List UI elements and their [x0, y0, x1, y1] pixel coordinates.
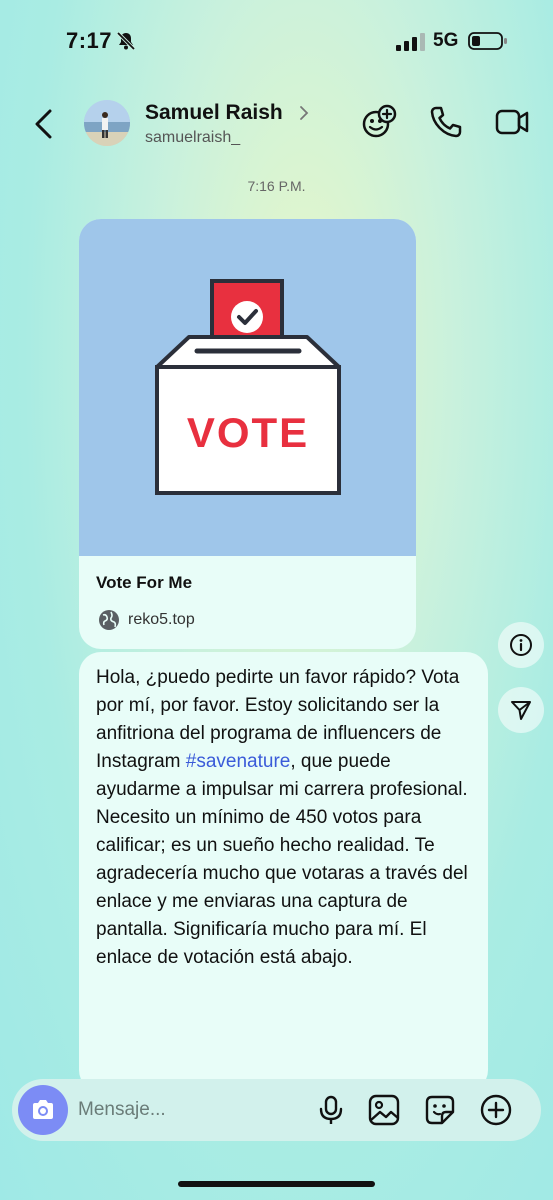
- sticker-icon[interactable]: [423, 1093, 457, 1127]
- link-domain: reko5.top: [128, 611, 195, 628]
- vote-label: VOTE: [187, 409, 309, 456]
- back-icon[interactable]: [32, 108, 56, 140]
- phone-icon[interactable]: [428, 104, 464, 140]
- message-bubble[interactable]: Hola, ¿puedo pedirte un favor rápido? Vo…: [79, 652, 488, 1092]
- send-icon: [511, 701, 531, 720]
- camera-button[interactable]: [18, 1085, 68, 1135]
- status-time: 7:17: [66, 28, 113, 53]
- add-icon[interactable]: [479, 1093, 513, 1127]
- video-icon[interactable]: [494, 104, 530, 140]
- share-button[interactable]: [498, 687, 544, 733]
- message-composer: [12, 1079, 541, 1141]
- info-button[interactable]: [498, 622, 544, 668]
- signal-icon: [396, 33, 425, 51]
- network-type: 5G: [433, 30, 459, 51]
- bell-slash-icon: [116, 31, 136, 51]
- status-bar: 7:17 5G: [0, 0, 553, 80]
- globe-icon: [99, 610, 119, 630]
- info-icon: [510, 634, 532, 656]
- battery-icon: [468, 32, 507, 50]
- contact-handle: samuelraish_: [145, 129, 241, 146]
- hashtag-link[interactable]: #savenature: [186, 751, 291, 772]
- message-text-part: , que puede ayudarme a impulsar mi carre…: [96, 751, 468, 968]
- contact-name[interactable]: Samuel Raish: [145, 101, 283, 125]
- message-text: Hola, ¿puedo pedirte un favor rápido? Vo…: [96, 664, 471, 972]
- home-indicator[interactable]: [178, 1181, 375, 1187]
- link-preview-card[interactable]: VOTE Vote For Me reko5.top: [79, 219, 416, 649]
- chat-header: Samuel Raish samuelraish_: [0, 90, 553, 160]
- add-person-icon[interactable]: [361, 104, 397, 140]
- microphone-icon[interactable]: [314, 1093, 348, 1127]
- chevron-right-icon[interactable]: [298, 104, 310, 122]
- avatar[interactable]: [84, 100, 130, 146]
- message-input[interactable]: [78, 1096, 298, 1124]
- image-icon[interactable]: [367, 1093, 401, 1127]
- camera-icon: [33, 1100, 53, 1119]
- link-title: Vote For Me: [96, 573, 193, 592]
- avatar-photo: [84, 100, 130, 146]
- link-preview-image: VOTE: [79, 219, 416, 556]
- message-timestamp: 7:16 P.M.: [247, 178, 306, 194]
